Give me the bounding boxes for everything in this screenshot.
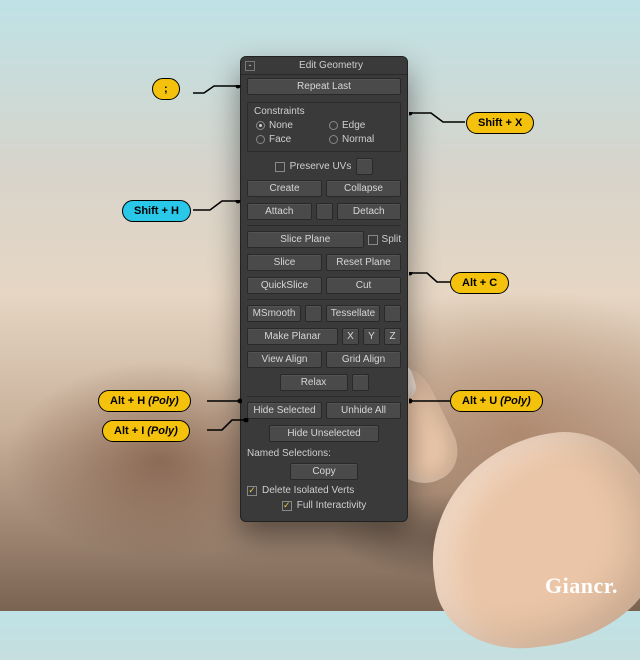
copy-button[interactable]: Copy [290,463,358,480]
preserve-uvs-settings-button[interactable] [356,158,373,175]
hide-selected-button[interactable]: Hide Selected [247,402,322,419]
detach-button[interactable]: Detach [337,203,402,220]
brand-logo: Giancr. [545,573,618,599]
cut-button[interactable]: Cut [326,277,401,294]
shortcut-shift-x: Shift + X [466,112,534,134]
split-label: Split [382,234,401,245]
radio-label: Normal [342,134,374,145]
relax-button[interactable]: Relax [280,374,348,391]
radio-label: None [269,120,293,131]
shortcut-alt-c: Alt + C [450,272,509,294]
shortcut-alt-u: Alt + U(Poly) [450,390,543,412]
delete-isolated-checkbox[interactable] [247,486,257,496]
msmooth-settings-button[interactable] [305,305,322,322]
shortcut-semicolon: ; [152,78,180,100]
full-interactivity-checkbox[interactable] [282,501,292,511]
msmooth-button[interactable]: MSmooth [247,305,301,322]
planar-x-button[interactable]: X [342,328,359,345]
radio-label: Face [269,134,291,145]
quickslice-button[interactable]: QuickSlice [247,277,322,294]
slice-plane-button[interactable]: Slice Plane [247,231,364,248]
constraint-normal-radio[interactable]: Normal [329,134,392,145]
relax-settings-button[interactable] [352,374,369,391]
shortcut-alt-h: Alt + H(Poly) [98,390,191,412]
panel-title: Edit Geometry [259,60,403,71]
slice-button[interactable]: Slice [247,254,322,271]
constraint-edge-radio[interactable]: Edge [329,120,392,131]
constraint-face-radio[interactable]: Face [256,134,319,145]
radio-label: Edge [342,120,365,131]
shortcut-shift-h: Shift + H [122,200,191,222]
tessellate-settings-button[interactable] [384,305,401,322]
constraints-group: Constraints None Edge Face Normal [247,102,401,152]
constraints-label: Constraints [248,103,400,120]
grid-align-button[interactable]: Grid Align [326,351,401,368]
attach-button[interactable]: Attach [247,203,312,220]
delete-isolated-label: Delete Isolated Verts [262,485,354,496]
panel-collapse-button[interactable]: - [245,61,255,71]
split-checkbox[interactable] [368,235,378,245]
unhide-all-button[interactable]: Unhide All [326,402,401,419]
full-interactivity-label: Full Interactivity [297,500,366,511]
view-align-button[interactable]: View Align [247,351,322,368]
preserve-uvs-label: Preserve UVs [290,161,352,172]
planar-y-button[interactable]: Y [363,328,380,345]
reset-plane-button[interactable]: Reset Plane [326,254,401,271]
repeat-last-button[interactable]: Repeat Last [247,78,401,95]
make-planar-button[interactable]: Make Planar [247,328,338,345]
constraint-none-radio[interactable]: None [256,120,319,131]
shortcut-alt-i: Alt + I(Poly) [102,420,190,442]
hide-unselected-button[interactable]: Hide Unselected [269,425,379,442]
attach-settings-button[interactable] [316,203,333,220]
tessellate-button[interactable]: Tessellate [326,305,380,322]
preserve-uvs-checkbox[interactable] [275,162,285,172]
create-button[interactable]: Create [247,180,322,197]
collapse-button[interactable]: Collapse [326,180,401,197]
named-selections-label: Named Selections: [241,445,407,460]
planar-z-button[interactable]: Z [384,328,401,345]
edit-geometry-panel: - Edit Geometry Repeat Last Constraints … [240,56,408,522]
